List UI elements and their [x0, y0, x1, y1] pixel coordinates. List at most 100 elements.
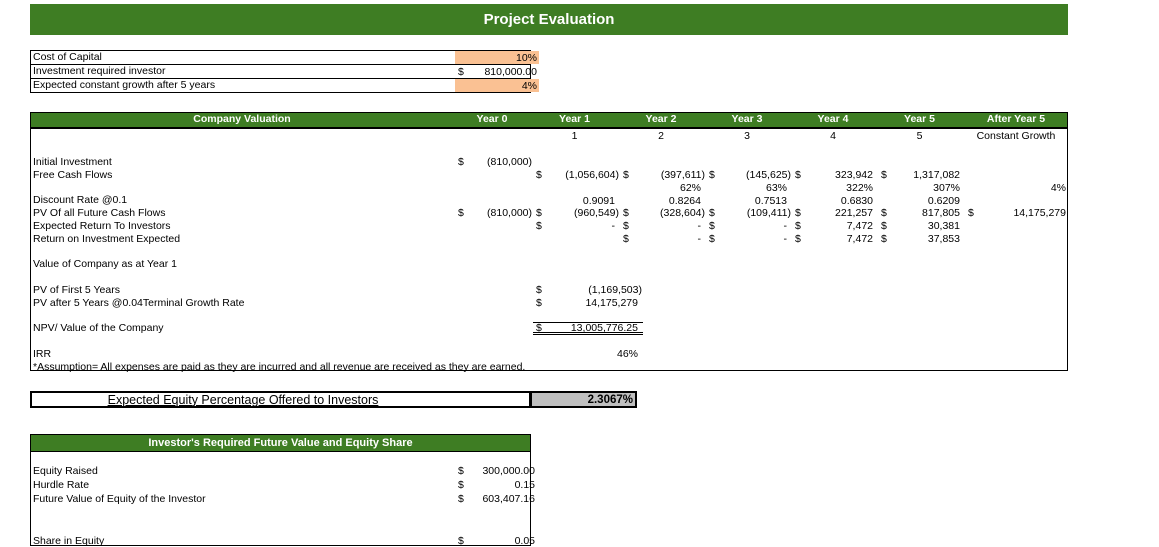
row-label: Return on Investment Expected [33, 232, 181, 245]
cell-year2[interactable]: 62% [620, 181, 706, 194]
growth-rate-cell[interactable]: 4% [455, 79, 539, 92]
cell-after [965, 169, 1071, 182]
cell-year0 [455, 348, 533, 361]
cell-year1[interactable]: $ (960,549) [533, 207, 620, 220]
currency-symbol: $ [709, 207, 715, 220]
cell-year3[interactable]: $ - [706, 220, 792, 233]
row-label: Expected constant growth after 5 years [33, 79, 216, 91]
cell-value: 14,175,279 [585, 296, 638, 309]
cell-year0 [455, 233, 533, 246]
table-row: PV after 5 Years @0.04Terminal Growth Ra… [31, 297, 1067, 310]
cell-year1 [533, 181, 620, 194]
sub-header: 1 [571, 130, 578, 142]
cell-year3 [706, 143, 792, 156]
cell-after [965, 271, 1071, 284]
cell-value: 323,942 [835, 168, 873, 181]
table-row: 62% 63% 322% 307% 4% [31, 181, 1067, 194]
cell-year0 [455, 245, 533, 258]
cell-year1[interactable]: 0.9091 [533, 194, 620, 207]
row-label: Hurdle Rate [33, 479, 90, 491]
equity-raised-cell[interactable]: $ 300,000.00 [455, 465, 538, 477]
cell-year5 [878, 335, 965, 348]
cell-year5[interactable]: $30,381 [878, 220, 965, 233]
cell-value: 13,005,776.25 [570, 321, 638, 334]
cell-after[interactable]: $14,175,279 [965, 207, 1071, 220]
cell-year3 [706, 245, 792, 258]
cell-year1 [533, 361, 620, 374]
cell-year3[interactable]: $ (145,625) [706, 169, 792, 182]
currency-symbol: $ [536, 207, 542, 220]
cell-year1[interactable]: $13,005,776.25 [533, 322, 643, 335]
cell-year0 [455, 271, 533, 284]
cell-year3[interactable]: 63% [706, 181, 792, 194]
cell-year5[interactable]: 0.6209 [878, 194, 965, 207]
share-in-equity-cell[interactable]: $ 0.05 [455, 535, 538, 547]
cell-value: - [783, 220, 788, 233]
cell-year1 [533, 309, 620, 322]
currency-symbol: $ [623, 168, 629, 181]
cell-year4[interactable]: $221,257 [792, 207, 878, 220]
table-row [31, 309, 1067, 322]
currency-symbol: $ [881, 207, 887, 220]
cell-year1[interactable]: $ (1,169,503) [533, 284, 643, 297]
cell-year2[interactable]: $ (328,604) [620, 207, 706, 220]
cell-after [965, 258, 1071, 271]
cell-year1[interactable]: $ - [533, 220, 620, 233]
cost-of-capital-cell[interactable]: 10% [455, 51, 539, 64]
equity-offer-value-cell[interactable]: 2.3067% [530, 391, 637, 408]
cell-year2[interactable]: 0.8264 [620, 194, 706, 207]
currency-symbol: $ [536, 321, 542, 334]
cell-year4[interactable]: 322% [792, 181, 878, 194]
cell-year0[interactable]: $ (810,000) [455, 156, 533, 169]
future-value-cell[interactable]: $ 603,407.16 [455, 493, 538, 505]
cell-year4[interactable]: $7,472 [792, 220, 878, 233]
row-label: Discount Rate @0.1 [33, 194, 128, 207]
valuation-subheader-row: 1 2 3 4 5 Constant Growth [31, 129, 1067, 143]
cell-year3[interactable]: $ (109,411) [706, 207, 792, 220]
title-bar: Project Evaluation [30, 4, 1068, 35]
cell-year5[interactable]: $37,853 [878, 233, 965, 246]
table-row: Return on Investment Expected $ - $ - $7,472 $… [31, 233, 1067, 246]
investment-required-cell[interactable]: $ 810,000.00 [455, 65, 539, 78]
table-row: Expected constant growth after 5 years 4… [31, 79, 539, 92]
cell-year1[interactable]: $14,175,279 [533, 297, 643, 310]
cell-value: (145,625) [746, 168, 791, 181]
cell-year2 [620, 335, 706, 348]
cell-after[interactable]: 4% [965, 181, 1071, 194]
valuation-body: Initial Investment $ (810,000) Free Cash Fl… [31, 143, 1067, 373]
cell-year3 [706, 335, 792, 348]
cell-year4[interactable]: 0.6830 [792, 194, 878, 207]
cell-year1[interactable]: $ (1,056,604) [533, 169, 620, 182]
cell-year4[interactable]: $323,942 [792, 169, 878, 182]
cell-year5[interactable]: $1,317,082 [878, 169, 965, 182]
table-row [31, 271, 1067, 284]
cell-year3 [706, 309, 792, 322]
cell-year1 [533, 245, 620, 258]
cell-year1 [533, 335, 620, 348]
hurdle-rate-cell[interactable]: $ 0.15 [455, 479, 538, 491]
cell-year2 [620, 309, 706, 322]
currency-symbol: $ [623, 232, 629, 245]
cell-year3[interactable]: 0.7513 [706, 194, 792, 207]
cell-year0 [455, 309, 533, 322]
cell-year2[interactable]: $ - [620, 220, 706, 233]
cell-year2[interactable]: $ - [620, 233, 706, 246]
cell-year2[interactable]: $ (397,611) [620, 169, 706, 182]
cell-year1[interactable]: 46% [533, 348, 643, 361]
cell-value: - [697, 220, 702, 233]
cell-value: (810,000) [487, 207, 532, 220]
row-label: Future Value of Equity of the Investor [33, 493, 206, 505]
sub-header [453, 129, 531, 143]
cell-year4 [792, 156, 878, 169]
cell-year5[interactable]: 307% [878, 181, 965, 194]
row-label: Equity Raised [33, 465, 98, 477]
cell-year3[interactable]: $ - [706, 233, 792, 246]
cell-year5[interactable]: $817,805 [878, 207, 965, 220]
table-row: PV of First 5 Years $ (1,169,503) [31, 284, 1067, 297]
cell-year4 [792, 271, 878, 284]
cell-year0 [455, 361, 533, 374]
cell-year0[interactable]: $ (810,000) [455, 207, 533, 220]
sub-header: Constant Growth [976, 130, 1056, 142]
cell-year4[interactable]: $7,472 [792, 233, 878, 246]
cell-year0 [455, 335, 533, 348]
